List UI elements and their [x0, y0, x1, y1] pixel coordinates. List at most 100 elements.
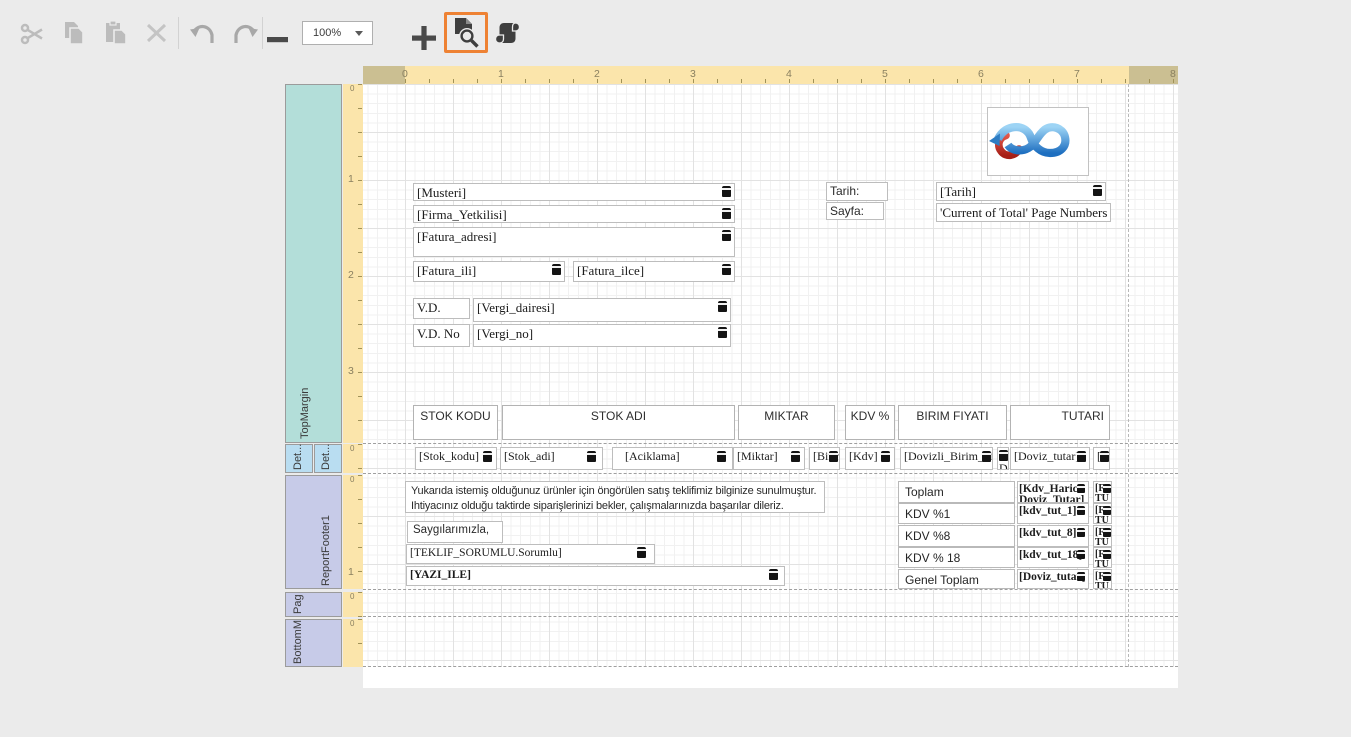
zoom-level-select[interactable]: 100% [302, 21, 373, 45]
col-header-stok-adi[interactable]: STOK ADI [502, 405, 735, 440]
col-header-stok-kodu[interactable]: STOK KODU [413, 405, 498, 440]
hruler-num: 7 [1074, 68, 1080, 80]
total-extra-1[interactable]: [F TU [1093, 503, 1112, 524]
horizontal-ruler: 0 1 2 3 4 5 6 7 8 [363, 66, 1178, 84]
cell-stok-adi[interactable]: [Stok_adi] [500, 447, 603, 470]
field-fatura-ilce[interactable]: [Fatura_ilce] [573, 261, 735, 282]
band-separator [363, 589, 1178, 590]
total-field-kdv-haric[interactable]: [Kdv_Haric Doviz_Tutar] [1017, 481, 1089, 503]
total-label-kdv8[interactable]: KDV %8 [898, 525, 1015, 547]
vruler-zero: 0 [350, 592, 354, 601]
logo-box[interactable] [987, 107, 1089, 176]
database-icon [483, 451, 492, 462]
scripts-button[interactable] [494, 20, 521, 51]
label-tarih[interactable]: Tarih: [826, 182, 888, 201]
field-text: [Firma_Yetkilisi] [417, 207, 507, 222]
band-separator [363, 443, 1178, 444]
total-field-kdv1[interactable]: [kdv_tut_1] [1017, 503, 1089, 524]
header-text: BIRIM FIYATI [916, 409, 988, 423]
field-text: [Kdv_Haric Doviz_Tutar] [1019, 483, 1084, 503]
total-label-kdv1[interactable]: KDV %1 [898, 503, 1015, 524]
total-extra-3[interactable]: [F TU [1093, 547, 1112, 568]
database-icon [769, 569, 778, 580]
field-musteri[interactable]: [Musteri] [413, 183, 735, 201]
footer-saygilar[interactable]: Saygılarımızla, [407, 521, 503, 543]
field-text: [Vergi_no] [477, 326, 533, 341]
total-field-kdv8[interactable]: [kdv_tut_8] [1017, 525, 1089, 547]
zoom-out-button[interactable] [267, 30, 288, 48]
total-label-kdv18[interactable]: KDV % 18 [898, 547, 1015, 568]
company-logo [988, 162, 1088, 179]
page-margin-line [1128, 84, 1129, 667]
undo-button[interactable] [189, 22, 216, 50]
hruler-num: 2 [594, 68, 600, 80]
cell-small[interactable]: D [997, 447, 1009, 470]
field-vergi-no[interactable]: [Vergi_no] [473, 324, 731, 347]
cell-aciklama[interactable]: [Aciklama] [612, 447, 733, 470]
col-header-birim-fiyati[interactable]: BIRIM FIYATI [898, 405, 1007, 440]
cell-dovizli-birim-fiyat[interactable]: [Dovizli_Birim_Fiyat] [900, 447, 993, 470]
cell-kdv[interactable]: [Kdv] [845, 447, 895, 470]
label-vd[interactable]: V.D. [413, 298, 470, 319]
total-label-genel[interactable]: Genel Toplam [898, 569, 1015, 589]
label-text: Toplam [905, 485, 944, 499]
footer-text-line2: Ihtiyacınız olduğu taktirde siparişlerin… [411, 499, 824, 514]
cell-small-2[interactable]: [Db [1093, 447, 1110, 470]
redo-button[interactable] [232, 22, 259, 50]
total-extra-0[interactable]: [F TU [1093, 481, 1112, 503]
band-pagefooter-label: Pag [292, 594, 305, 614]
label-sayfa[interactable]: Sayfa: [826, 202, 884, 220]
hruler-num: 0 [402, 68, 408, 80]
field-tarih[interactable]: [Tarih] [936, 182, 1106, 201]
band-reportfooter-label: ReportFooter1 [320, 515, 333, 586]
database-icon [829, 451, 838, 462]
header-text: STOK KODU [420, 409, 490, 423]
field-text: [YAZI_ILE] [410, 569, 471, 581]
vruler-num: 2 [348, 269, 354, 281]
cell-miktar[interactable]: [Miktar] [733, 447, 805, 470]
label-vd-no[interactable]: V.D. No [413, 324, 470, 347]
band-reportfooter[interactable] [285, 475, 342, 589]
cell-birim[interactable]: [Birim] [809, 447, 840, 470]
copy-button[interactable] [61, 20, 87, 51]
label-text: Genel Toplam [905, 573, 979, 587]
col-header-tutari[interactable]: TUTARI [1010, 405, 1110, 440]
database-icon [587, 451, 596, 462]
delete-button[interactable] [145, 22, 168, 49]
col-header-miktar[interactable]: MIKTAR [738, 405, 835, 440]
preview-button[interactable] [453, 18, 480, 53]
field-firma-yetkilisi[interactable]: [Firma_Yetkilisi] [413, 205, 735, 223]
hruler-num: 4 [786, 68, 792, 80]
database-icon [1103, 484, 1111, 493]
field-yazi-ile[interactable]: [YAZI_ILE] [406, 566, 785, 586]
undo-icon [189, 32, 216, 49]
col-header-kdv[interactable]: KDV % [845, 405, 895, 440]
vruler-zero: 0 [350, 619, 354, 628]
field-page-numbers[interactable]: 'Current of Total' Page Numbers [936, 203, 1111, 222]
total-field-kdv18[interactable]: [kdv_tut_18] [1017, 547, 1089, 568]
total-label-toplam[interactable]: Toplam [898, 481, 1015, 503]
zoom-in-button[interactable] [412, 26, 436, 55]
total-extra-2[interactable]: [F TU [1093, 525, 1112, 547]
database-icon [1093, 185, 1102, 196]
field-text: [kdv_tut_8] [1019, 527, 1077, 539]
field-vergi-dairesi[interactable]: [Vergi_dairesi] [473, 298, 731, 322]
field-fatura-ili[interactable]: [Fatura_ili] [413, 261, 565, 282]
footer-paragraph[interactable]: Yukarıda istemiş olduğunuz ürünler için … [405, 481, 825, 513]
field-teklif-sorumlu[interactable]: [TEKLIF_SORUMLU.Sorumlu] [406, 544, 655, 564]
zoom-level-value: 100% [313, 27, 341, 39]
band-topmargin[interactable] [285, 84, 342, 443]
total-field-genel[interactable]: [Doviz_tutar] [1017, 569, 1089, 589]
zoom-in-icon [412, 37, 436, 54]
total-extra-4[interactable]: [F TU [1093, 569, 1112, 589]
cell-text: D [999, 461, 1008, 470]
database-icon [1103, 572, 1111, 581]
cell-doviz-tutar[interactable]: [Doviz_tutar] [1010, 447, 1090, 470]
field-fatura-adresi[interactable]: [Fatura_adresi] [413, 227, 735, 257]
toolbar-separator-2 [262, 17, 263, 49]
scripts-icon [494, 33, 521, 50]
cell-stok-kodu[interactable]: [Stok_kodu] [415, 447, 497, 470]
band-topmargin-label: TopMargin [299, 388, 312, 439]
cut-button[interactable] [20, 21, 46, 51]
paste-button[interactable] [103, 20, 129, 51]
